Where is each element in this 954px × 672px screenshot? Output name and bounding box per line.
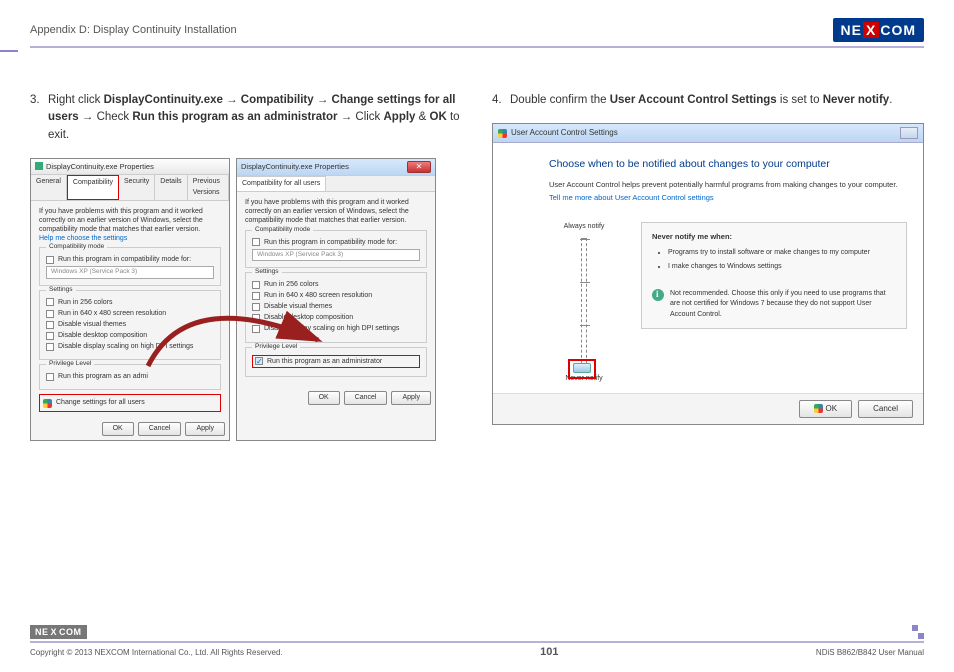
step-4: 4. Double confirm the User Account Contr… [492, 92, 924, 109]
props2-titlebar: DisplayContinuity.exe Properties ✕ [237, 159, 435, 176]
props1-tabs: General Compatibility Security Details P… [31, 175, 229, 201]
tab-security[interactable]: Security [119, 175, 155, 200]
nexcom-logo-footer: NEXCOM [30, 625, 87, 639]
cancel-button-1[interactable]: Cancel [138, 422, 182, 437]
app-icon [35, 162, 43, 170]
tab-compatibility[interactable]: Compatibility [67, 175, 119, 200]
shield-icon [814, 404, 823, 413]
shield-icon [43, 399, 52, 408]
ok-button-1[interactable]: OK [102, 422, 134, 437]
select-os[interactable]: Windows XP (Service Pack 3) [46, 266, 214, 278]
props1-intro: If you have problems with this program a… [39, 207, 221, 234]
change-settings-button[interactable]: Change settings for all users [56, 398, 145, 407]
group-settings: Settings [46, 286, 76, 294]
chk-dpi-2[interactable] [252, 325, 260, 333]
change-settings-button-row: Change settings for all users [39, 394, 221, 411]
tab-previous-versions[interactable]: Previous Versions [188, 175, 229, 200]
manual-name: NDiS B862/B842 User Manual [816, 648, 924, 657]
accent-bar [0, 50, 18, 52]
uac-subtext: User Account Control helps prevent poten… [549, 179, 907, 190]
ok-button-2[interactable]: OK [308, 391, 340, 406]
copyright: Copyright © 2013 NEXCOM International Co… [30, 648, 283, 657]
chk-256[interactable] [46, 298, 54, 306]
footer-deco-icon [904, 625, 924, 639]
group-priv: Privilege Level [46, 360, 94, 368]
uac-warning: Not recommended. Choose this only if you… [670, 289, 896, 321]
step-3-num: 3. [30, 92, 42, 144]
tab-details[interactable]: Details [155, 175, 187, 200]
chk-desktop[interactable] [46, 332, 54, 340]
group-compat: Compatibility mode [46, 243, 107, 251]
help-link[interactable]: Help me choose the settings [39, 234, 221, 243]
chk-compat-mode[interactable] [46, 256, 54, 264]
close-icon[interactable]: ✕ [407, 161, 431, 173]
chk-admin-2[interactable] [255, 357, 263, 365]
props2-intro: If you have problems with this program a… [245, 198, 427, 225]
chk-dpi[interactable] [46, 343, 54, 351]
minimize-icon[interactable] [900, 127, 918, 139]
chk-admin-1[interactable] [46, 373, 54, 381]
uac-slider[interactable] [581, 238, 587, 368]
uac-heading: Choose when to be notified about changes… [549, 157, 907, 173]
chk-themes[interactable] [46, 321, 54, 329]
chk-640[interactable] [46, 310, 54, 318]
label-always: Always notify [564, 222, 605, 233]
info-icon [652, 289, 664, 301]
tab-general[interactable]: General [31, 175, 67, 200]
uac-link[interactable]: Tell me more about User Account Control … [549, 192, 907, 203]
step-3-text: Right click DisplayContinuity.exe → Comp… [48, 92, 462, 144]
appendix-title: Appendix D: Display Continuity Installat… [30, 24, 237, 36]
uac-titlebar: User Account Control Settings [493, 124, 923, 143]
nexcom-logo: NEXCOM [833, 18, 924, 42]
uac-li-2: I make changes to Windows settings [668, 262, 896, 273]
chk-640-2[interactable] [252, 292, 260, 300]
slider-handle[interactable] [573, 363, 591, 373]
uac-ok-button[interactable]: OK [799, 400, 853, 418]
chk-desktop-2[interactable] [252, 314, 260, 322]
panel-head: Never notify me when: [652, 231, 896, 242]
cancel-button-2[interactable]: Cancel [344, 391, 388, 406]
chk-themes-2[interactable] [252, 303, 260, 311]
apply-button-2[interactable]: Apply [391, 391, 431, 406]
step-4-text: Double confirm the User Account Control … [510, 92, 892, 109]
tab-compat-all[interactable]: Compatibility for all users [237, 176, 326, 192]
chk-compat-mode-2[interactable] [252, 238, 260, 246]
props1-titlebar: DisplayContinuity.exe Properties [31, 159, 229, 175]
select-os-2[interactable]: Windows XP (Service Pack 3) [252, 249, 420, 261]
chk-256-2[interactable] [252, 281, 260, 289]
uac-cancel-button[interactable]: Cancel [858, 400, 913, 418]
step-4-num: 4. [492, 92, 504, 109]
page-number: 101 [540, 646, 558, 658]
uac-li-1: Programs try to install software or make… [668, 248, 896, 259]
step-3: 3. Right click DisplayContinuity.exe → C… [30, 92, 462, 144]
apply-button-1[interactable]: Apply [185, 422, 225, 437]
shield-icon [498, 129, 507, 138]
